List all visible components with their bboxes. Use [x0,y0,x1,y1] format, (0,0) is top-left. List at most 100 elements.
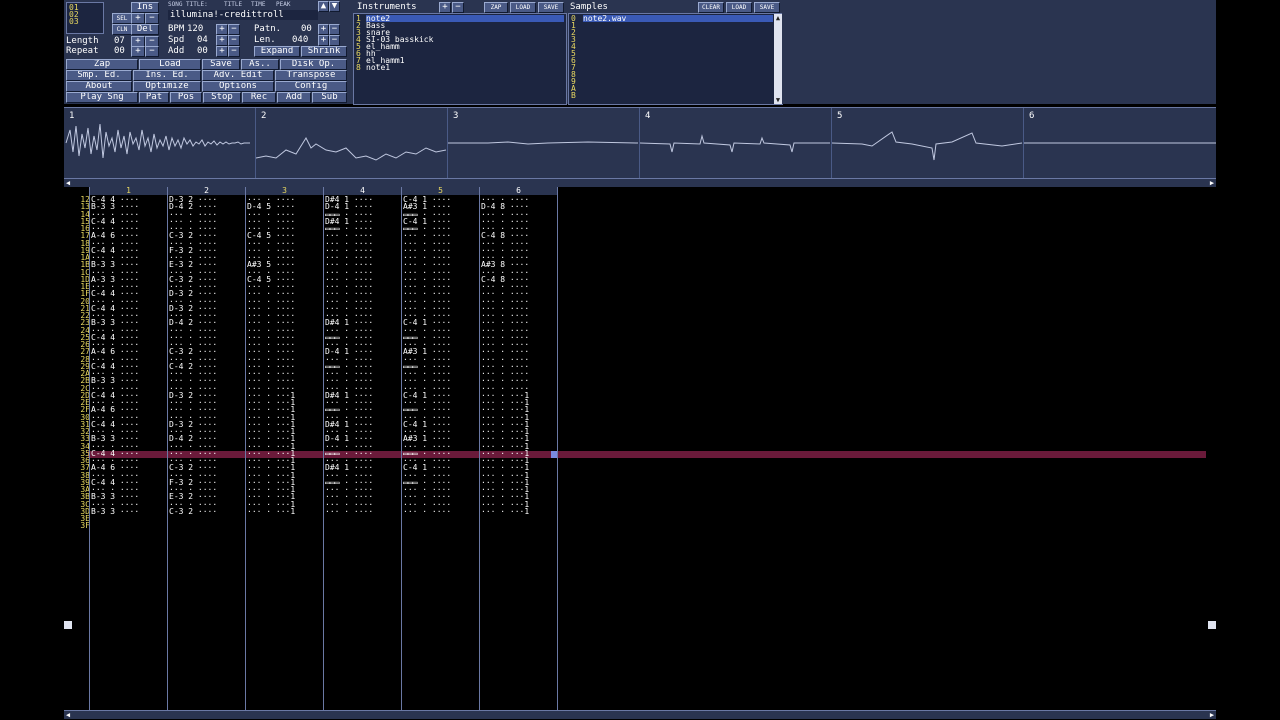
record-button[interactable]: Rec [242,92,276,103]
ins-ed-button[interactable]: Ins. Ed. [133,70,201,81]
scroll-left-icon[interactable]: ◀ [64,179,72,187]
scope-1[interactable]: 1 [64,108,256,178]
channel-header-2[interactable]: 2 [168,187,245,195]
pattern-vscroll-marker[interactable] [64,621,72,629]
shrink-button[interactable]: Shrink [301,46,347,57]
pattern-hscrollbar-top[interactable]: ◀ ▶ [64,178,1216,187]
scope-3[interactable]: 3 [448,108,640,178]
save-as-button[interactable]: As.. [241,59,279,70]
instruments-load-button[interactable]: LOAD [510,2,536,13]
top-panel: 01 02 03 Ins SEL CLN Del + − SONG TITLE:… [64,0,1216,105]
patn-up-button[interactable]: + [318,24,329,35]
scroll-up-icon[interactable]: ▲ [318,1,329,12]
position-up-button[interactable]: + [131,13,145,24]
add-down-button[interactable]: − [228,46,240,57]
instruments-zap-button[interactable]: ZAP [484,2,508,13]
channel-5-data[interactable]: C-4 1 ···· A#3 1 ···· ▭▭▭ · ···· C-4 1 ·… [403,196,481,516]
load-button[interactable]: Load [139,59,201,70]
sel-button[interactable]: SEL [112,13,132,24]
scroll-right-icon[interactable]: ▶ [1208,711,1216,719]
position-down-button[interactable]: − [145,13,159,24]
channel-header-4[interactable]: 4 [324,187,401,195]
add-button[interactable]: Add [277,92,311,103]
top-right-area [782,0,1216,104]
bpm-up-button[interactable]: + [216,24,228,35]
del-button[interactable]: Del [131,24,159,35]
optimize-button[interactable]: Optimize [133,81,201,92]
pattern-hscrollbar-bottom[interactable]: ◀ ▶ [64,710,1216,719]
config-button[interactable]: Config [275,81,347,92]
scope-5[interactable]: 5 [832,108,1024,178]
samples-clear-button[interactable]: CLEAR [698,2,724,13]
song-title-label: SONG TITLE: [168,1,208,8]
pattern-editor[interactable]: 12 13 14 15 16 17 18 19 1A 1B 1C 1D 1E 1… [64,187,1216,710]
patn-down-button[interactable]: − [329,24,340,35]
scroll-up-icon[interactable]: ▲ [774,14,782,22]
length-value: 07 [114,36,125,46]
channel-3-data[interactable]: ··· · ···· D-4 5 ···· ··· · ···· ··· · ·… [247,196,325,516]
spd-up-button[interactable]: + [216,35,228,46]
instruments-save-button[interactable]: SAVE [538,2,564,13]
instrument-names[interactable]: note2 Bass snare SI-03 basskick el_hamm … [366,15,433,72]
instrument-add-button[interactable]: + [439,2,451,13]
len-up-button[interactable]: + [318,35,329,46]
len-value: 040 [292,35,309,45]
channel-header-3[interactable]: 3 [246,187,323,195]
channel-6-data[interactable]: ··· · ···· D-4 8 ···· ··· · ···· ··· · ·… [481,196,559,516]
play-pattern-button[interactable]: Pat [139,92,169,103]
sample-scrollbar[interactable] [774,14,782,104]
repeat-up-button[interactable]: + [131,46,145,57]
channel-header-6[interactable]: 6 [480,187,557,195]
about-button[interactable]: About [66,81,132,92]
samples-save-button[interactable]: SAVE [754,2,780,13]
smp-ed-button[interactable]: Smp. Ed. [66,70,132,81]
cln-button[interactable]: CLN [112,24,132,35]
song-title-field[interactable]: illumina!-credittroll [168,10,318,20]
scope-6[interactable]: 6 [1024,108,1216,178]
channel-header-1[interactable]: 1 [90,187,167,195]
spd-label: Spd [168,35,185,45]
transpose-button[interactable]: Transpose [275,70,347,81]
sample-list[interactable]: 0 1 2 3 4 5 6 7 8 9 A B note2.wav ▲ ▼ [568,13,783,105]
channel-2-data[interactable]: D-3 2 ···· D-4 2 ···· ··· · ···· ··· · ·… [169,196,247,516]
scroll-left-icon[interactable]: ◀ [64,711,72,719]
scroll-down-icon[interactable]: ▼ [774,96,782,104]
zap-button[interactable]: Zap [66,59,138,70]
waveform-icon [640,134,830,153]
len-down-button[interactable]: − [329,35,340,46]
sample-names[interactable]: note2.wav [583,15,626,23]
channel-header-5[interactable]: 5 [402,187,479,195]
instrument-list[interactable]: 1 2 3 4 5 6 7 8 note2 Bass snare SI-03 b… [353,13,567,105]
length-label: Length [66,36,99,46]
title-mode-label: TITLE [224,1,243,8]
patn-label: Patn. [254,24,282,34]
scroll-right-icon[interactable]: ▶ [1208,179,1216,187]
scroll-down-icon[interactable]: ▼ [329,1,340,12]
stop-button[interactable]: Stop [203,92,241,103]
channel-4-data[interactable]: D#4 1 ···· D-4 1 ···· ▭▭▭ · ···· D#4 1 ·… [325,196,403,516]
channel-divider [89,187,90,710]
channel-1-data[interactable]: C-4 4 ···· B-3 3 ···· ··· · ···· C-4 4 ·… [91,196,169,516]
instruments-title: Instruments [357,2,417,12]
len-label: Len. [254,35,276,45]
position-list[interactable]: 01 02 03 [66,2,104,34]
scope-2[interactable]: 2 [256,108,448,178]
bpm-down-button[interactable]: − [228,24,240,35]
spd-down-button[interactable]: − [228,35,240,46]
save-button[interactable]: Save [202,59,240,70]
expand-button[interactable]: Expand [254,46,300,57]
ins-button[interactable]: Ins [131,2,159,13]
repeat-down-button[interactable]: − [145,46,159,57]
play-position-button[interactable]: Pos [170,92,202,103]
instrument-remove-button[interactable]: − [452,2,464,13]
scope-4[interactable]: 4 [640,108,832,178]
options-button[interactable]: Options [202,81,274,92]
disk-op-button[interactable]: Disk Op. [280,59,347,70]
adv-edit-button[interactable]: Adv. Edit [202,70,274,81]
waveform-icon [65,123,250,159]
sub-button[interactable]: Sub [312,92,347,103]
play-song-button[interactable]: Play Sng [66,92,138,103]
pattern-vscroll-marker-right[interactable] [1208,621,1216,629]
add-up-button[interactable]: + [216,46,228,57]
samples-load-button[interactable]: LOAD [726,2,752,13]
